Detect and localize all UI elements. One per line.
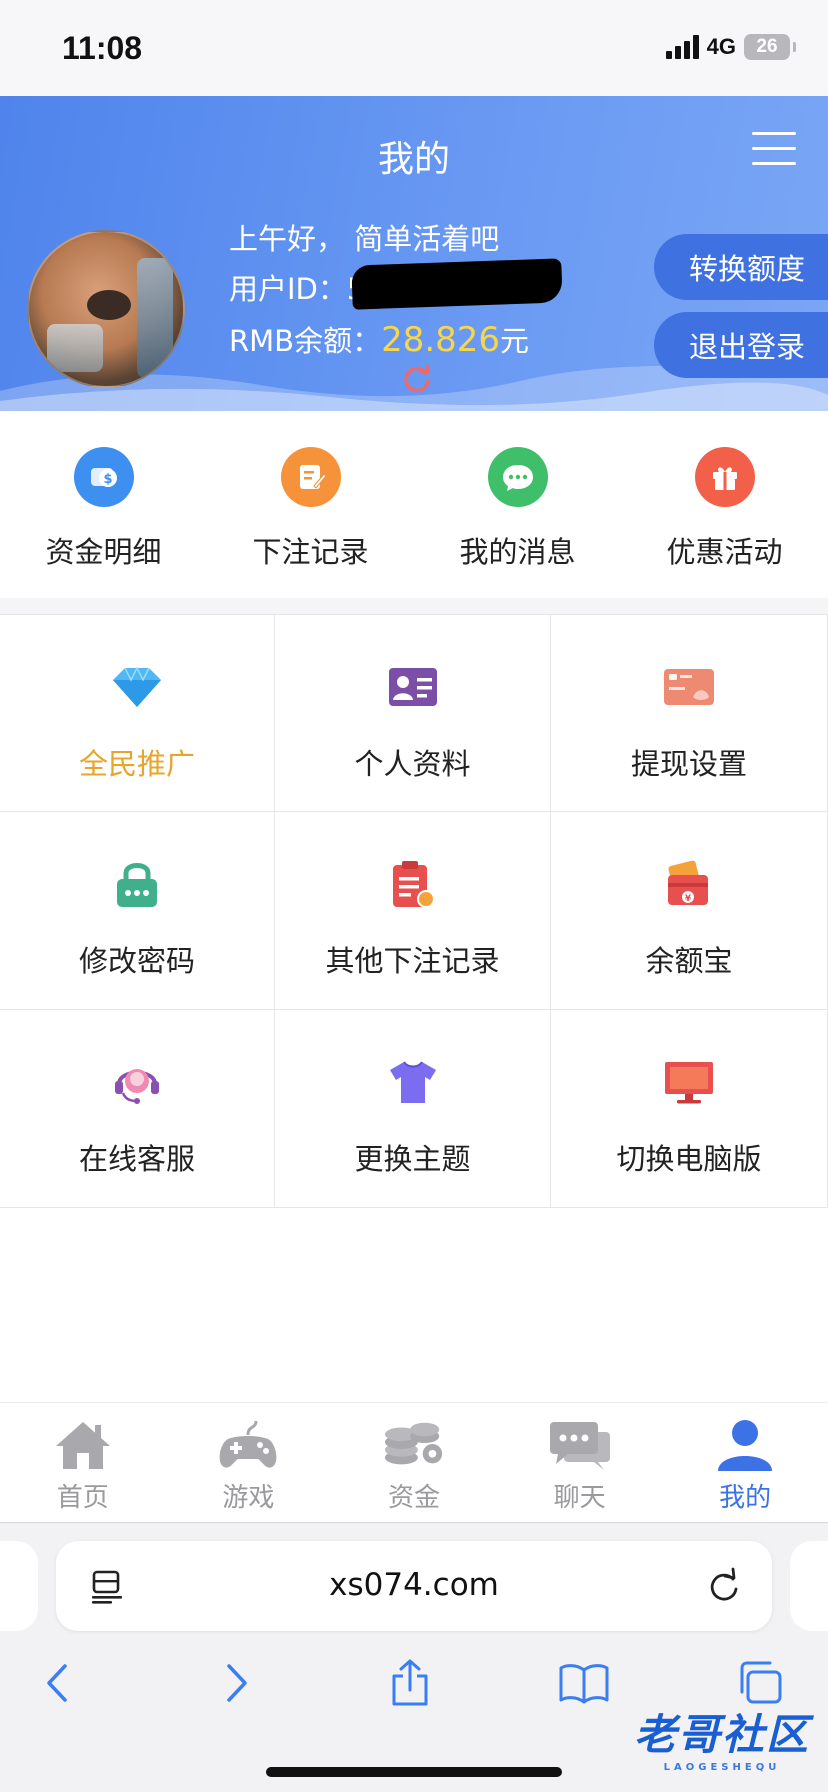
back-button[interactable] [28,1653,88,1713]
gamepad-icon [216,1417,280,1473]
grid-label: 在线客服 [78,1142,195,1176]
chat-bubble-icon [487,447,548,507]
avatar[interactable] [27,230,185,388]
balance-unit: 元 [500,324,530,358]
gift-icon [694,447,755,507]
convert-credit-button[interactable]: 转换额度 [654,234,828,300]
greeting-text: 上午好， 简单活着吧 [229,222,500,256]
user-icon [713,1417,777,1473]
grid-label: 其他下注记录 [325,944,500,978]
nav-chat[interactable]: 聊天 [497,1403,663,1522]
share-button[interactable] [380,1653,440,1713]
feature-grid: 全民推广 个人资料 提现设置 修改密码 其他下注记录 ¥ 余额宝 在线客服 更换… [0,614,828,1208]
nav-mine[interactable]: 我的 [662,1403,828,1522]
user-id-label: 用户ID：5 [229,272,366,306]
tshirt-icon [385,1056,441,1108]
grid-label: 个人资料 [354,747,471,781]
grid-item-change-theme[interactable]: 更换主题 [275,1010,551,1208]
battery-level: 26 [756,36,778,57]
nav-label: 聊天 [553,1483,606,1513]
coins-icon [382,1417,446,1473]
nav-games[interactable]: 游戏 [166,1403,332,1522]
network-type: 4G [706,34,736,59]
signal-icon [665,35,699,59]
svg-text:¥: ¥ [685,894,692,904]
grid-item-yuebao[interactable]: ¥ 余额宝 [551,812,828,1010]
logout-button[interactable]: 退出登录 [654,312,828,378]
grid-item-online-support[interactable]: 在线客服 [0,1010,275,1208]
monitor-icon [661,1056,717,1108]
redaction-mark [351,258,563,310]
diamond-icon [109,661,165,713]
grid-label: 修改密码 [78,944,195,978]
user-id: 用户ID：5 [229,266,365,308]
bookmarks-button[interactable] [554,1653,614,1713]
lock-icon [109,858,165,910]
grid-item-desktop-version[interactable]: 切换电脑版 [551,1010,828,1208]
bottom-navigation: 首页 游戏 资金 聊天 我的 [0,1402,828,1522]
grid-label: 提现设置 [630,747,747,781]
headset-icon [109,1056,165,1108]
quick-label: 我的消息 [459,535,576,569]
grid-item-profile[interactable]: 个人资料 [275,614,551,812]
quick-fund-details[interactable]: $ 资金明细 [0,411,207,598]
quick-promotions[interactable]: 优惠活动 [621,411,828,598]
nav-label: 我的 [719,1483,772,1513]
refresh-balance-icon[interactable] [402,364,432,394]
status-bar: 11:08 4G 26 [0,0,828,96]
watermark-logo: 老哥社区 LAOGESHEQU [633,1710,810,1773]
grid-item-referral[interactable]: 全民推广 [0,614,275,812]
grid-item-other-bets[interactable]: 其他下注记录 [275,812,551,1010]
edit-note-icon [280,447,341,507]
id-card-icon [385,661,441,713]
balance: RMB余额：28.826元 [229,318,529,360]
chat-icon [548,1417,612,1473]
grid-label: 全民推广 [78,747,195,781]
reload-icon[interactable] [706,1567,742,1605]
nav-label: 首页 [56,1483,109,1513]
grid-label: 余额宝 [645,944,733,978]
profile-header: 我的 上午好， 简单活着吧 用户ID：5 RMB余额：28.826元 转换额度 … [0,96,828,411]
balance-amount: 28.826 [381,320,501,360]
status-time: 11:08 [62,30,143,66]
quick-label: 资金明细 [45,535,162,569]
status-indicators: 4G 26 [665,34,796,60]
quick-label: 下注记录 [252,535,369,569]
browser-chrome: xs074.com 老哥社区 LAOGESHEQU [0,1522,828,1792]
url-text: xs074.com [329,1567,499,1603]
coin-icon: $ [73,447,134,507]
grid-label: 切换电脑版 [616,1142,762,1176]
grid-item-change-password[interactable]: 修改密码 [0,812,275,1010]
clipboard-icon [385,858,441,910]
nav-funds[interactable]: 资金 [331,1403,497,1522]
balance-label: RMB余额： [229,324,382,358]
forward-button[interactable] [206,1653,266,1713]
page-title: 我的 [377,139,450,180]
nav-label: 资金 [387,1483,440,1513]
grid-label: 更换主题 [354,1142,471,1176]
nav-home[interactable]: 首页 [0,1403,166,1522]
next-tab-peek[interactable] [790,1541,828,1631]
previous-tab-peek[interactable] [0,1541,38,1631]
grid-item-withdraw-settings[interactable]: 提现设置 [551,614,828,812]
home-indicator [266,1767,562,1777]
address-bar[interactable]: xs074.com [56,1541,772,1631]
home-icon [51,1417,115,1473]
quick-my-messages[interactable]: 我的消息 [414,411,621,598]
bank-card-icon [661,661,717,713]
section-divider [0,598,828,614]
svg-text:$: $ [103,472,112,487]
nav-label: 游戏 [222,1483,275,1513]
quick-actions: $ 资金明细 下注记录 我的消息 优惠活动 [0,411,828,598]
quick-bet-records[interactable]: 下注记录 [207,411,414,598]
quick-label: 优惠活动 [666,535,783,569]
battery-icon: 26 [744,34,796,60]
wallet-icon: ¥ [661,858,717,910]
menu-icon[interactable] [752,132,796,166]
